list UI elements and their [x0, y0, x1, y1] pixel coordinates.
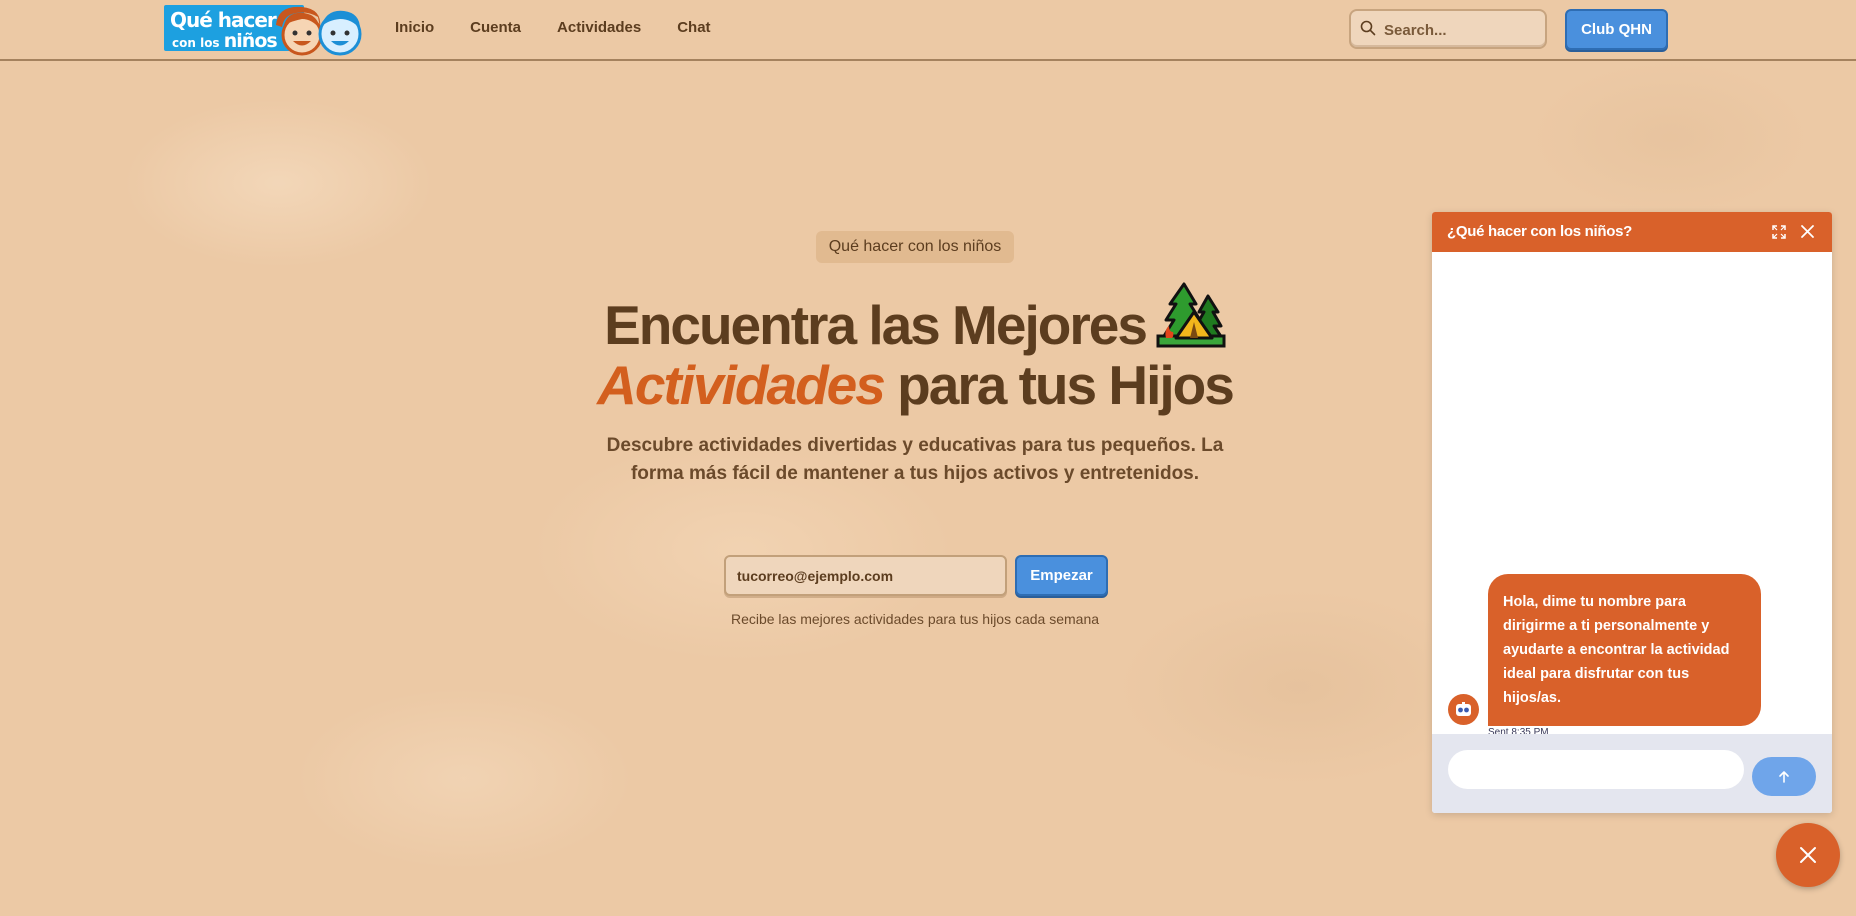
nav-link-inicio[interactable]: Inicio	[395, 19, 434, 36]
camping-tent-icon	[1156, 282, 1226, 348]
start-button[interactable]: Empezar	[1015, 555, 1108, 596]
chat-launcher-button[interactable]	[1776, 823, 1840, 887]
kids-faces-icon	[276, 6, 362, 56]
main-nav: Inicio Cuenta Actividades Chat	[395, 19, 747, 36]
logo-text-line2: con los niños	[172, 30, 278, 52]
hero-subtitle: Descubre actividades divertidas y educat…	[606, 435, 1224, 484]
nav-link-cuenta[interactable]: Cuenta	[470, 19, 521, 36]
hero-title-line1: Encuentra las Mejores	[604, 294, 1148, 356]
chat-panel: ¿Qué hacer con los niños? Hola, dime tu …	[1432, 212, 1832, 813]
nav-link-actividades[interactable]: Actividades	[557, 19, 641, 36]
hero-badge: Qué hacer con los niños	[816, 231, 1014, 263]
expand-icon[interactable]	[1772, 225, 1786, 239]
email-input[interactable]	[724, 555, 1007, 596]
send-button[interactable]	[1752, 757, 1816, 796]
logo-text-line1: Qué hacer	[170, 8, 277, 32]
search-box	[1349, 9, 1547, 49]
logo-text-prefix: con los	[172, 36, 220, 50]
robot-icon	[1456, 702, 1471, 716]
hero-title-rest: para tus Hijos	[897, 354, 1235, 416]
bot-message: Hola, dime tu nombre para dirigirme a ti…	[1488, 574, 1761, 726]
chat-messages: Hola, dime tu nombre para dirigirme a ti…	[1432, 252, 1832, 746]
navbar: Qué hacer con los niños Inicio Cuenta Ac…	[0, 0, 1856, 61]
club-qhn-button[interactable]: Club QHN	[1565, 9, 1668, 50]
chat-footer	[1432, 734, 1832, 813]
arrow-up-icon	[1779, 771, 1789, 783]
hero-title-accent: Actividades	[597, 354, 886, 416]
site-logo[interactable]: Qué hacer con los niños	[164, 3, 364, 56]
chat-title: ¿Qué hacer con los niños?	[1447, 223, 1633, 240]
search-input[interactable]	[1382, 18, 1536, 42]
search-icon	[1360, 20, 1376, 36]
hero-note: Recibe las mejores actividades para tus …	[730, 611, 1100, 627]
close-icon	[1800, 847, 1816, 863]
hero-title: Encuentra las Mejores Actividades para t…	[560, 282, 1270, 415]
chat-header: ¿Qué hacer con los niños?	[1432, 212, 1832, 252]
nav-link-chat[interactable]: Chat	[677, 19, 710, 36]
bot-avatar	[1448, 694, 1479, 725]
chat-message-input[interactable]	[1448, 750, 1744, 789]
close-icon[interactable]	[1800, 224, 1815, 239]
